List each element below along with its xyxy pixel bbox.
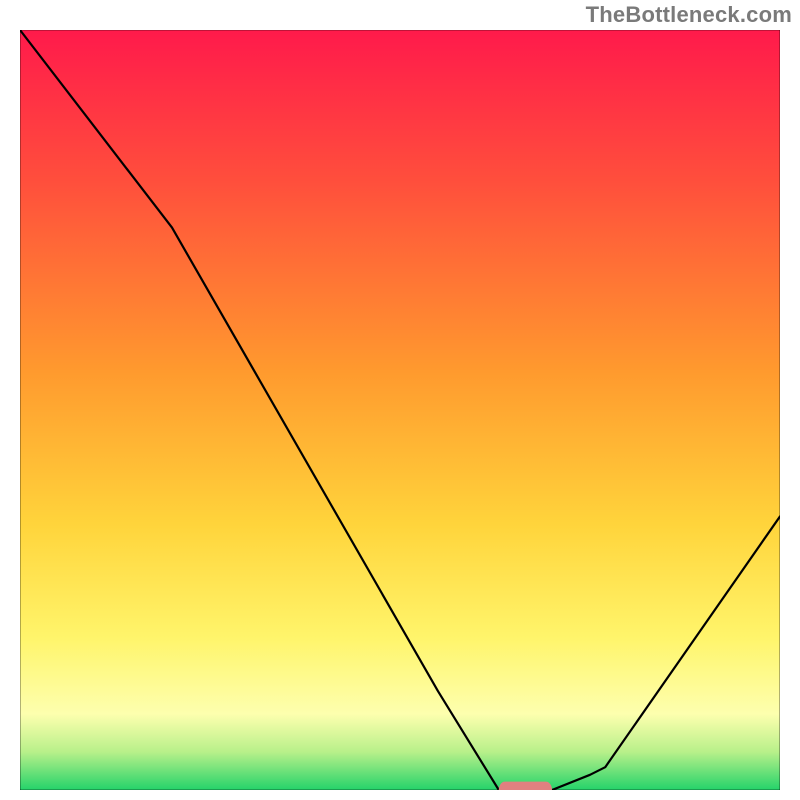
plot-background: [20, 30, 780, 790]
watermark-text: TheBottleneck.com: [586, 2, 792, 28]
bottleneck-chart: [20, 30, 780, 790]
chart-container: TheBottleneck.com: [0, 0, 800, 800]
optimal-marker: [499, 782, 552, 790]
